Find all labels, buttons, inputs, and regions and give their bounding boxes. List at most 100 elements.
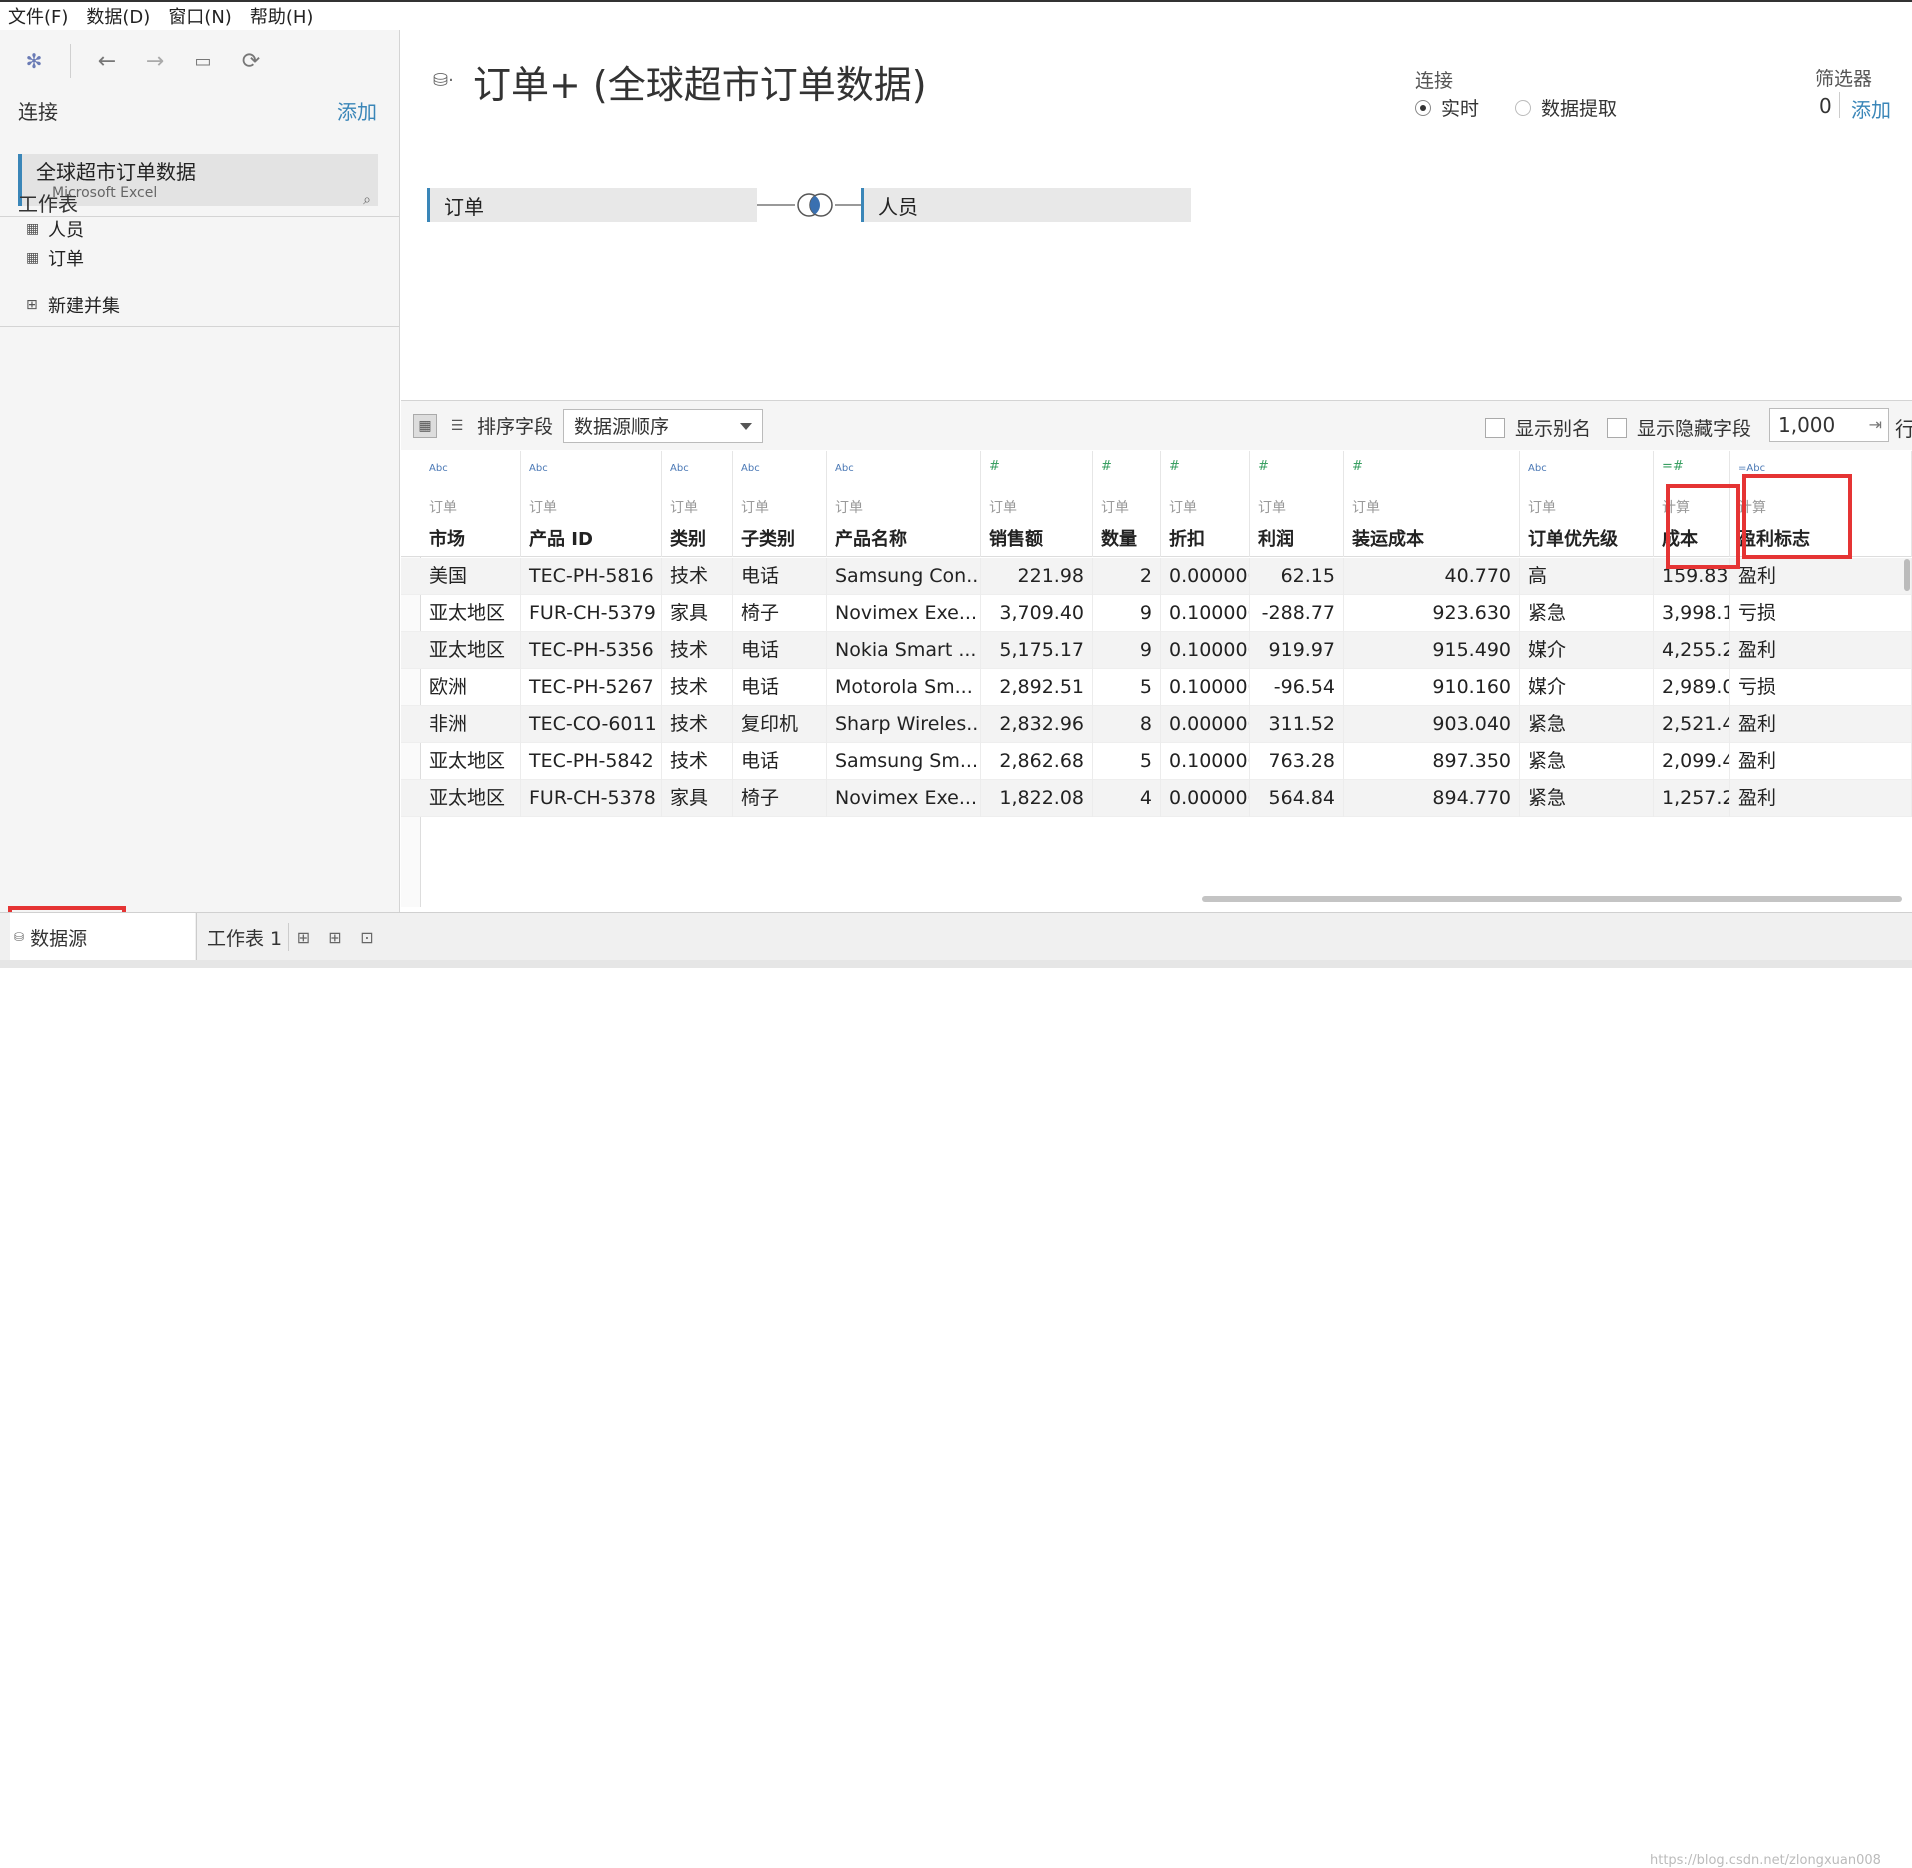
table-cell: 电话 [733,558,827,595]
add-filter-link[interactable]: 添加 [1851,94,1891,123]
show-alias-checkbox[interactable]: 显示别名 [1485,414,1591,441]
live-radio[interactable]: 实时 [1415,94,1479,121]
menu-file[interactable]: 文件(F) [8,3,68,29]
table-cell: 2,989.05 [1654,669,1730,706]
column-name: 成本 [1662,529,1698,550]
table-cell: 盈利 [1730,706,1912,743]
list-view-icon[interactable]: ☰ [445,414,469,438]
table-cell: 903.040 [1344,706,1520,743]
string-type-icon[interactable]: Abc [741,463,760,474]
save-icon[interactable]: ▭ [179,39,227,83]
new-sheet-icon[interactable]: ⊞ [288,923,318,951]
table-cell: 9 [1093,595,1161,632]
new-union-item[interactable]: ⊞ 新建并集 [26,292,120,318]
column-header[interactable]: Abc 订单 产品名称 [827,451,981,557]
column-name: 订单优先级 [1528,529,1618,550]
table-cell: 紧急 [1520,743,1654,780]
column-header[interactable]: # 订单 销售额 [981,451,1093,557]
string-type-icon[interactable]: =Abc [1738,463,1765,474]
column-header[interactable]: Abc 订单 类别 [662,451,733,557]
new-dashboard-icon[interactable]: ⊞ [320,923,350,951]
string-type-icon[interactable]: Abc [529,463,548,474]
column-source: 订单 [529,500,557,516]
column-header[interactable]: # 订单 利润 [1250,451,1344,557]
sheet-item-orders[interactable]: ▦ 订单 [26,245,84,271]
column-source: 订单 [670,500,698,516]
number-type-icon[interactable]: # [989,459,1000,474]
inner-join-icon[interactable] [795,192,835,218]
join-canvas: ⛁· 订单+ (全球超市订单数据) 连接 实时 数据提取 筛选器 0 添加 订单… [401,30,1912,400]
horizontal-scrollbar[interactable] [1202,896,1902,902]
table-cell: 盈利 [1730,780,1912,817]
live-label: 实时 [1441,98,1480,120]
watermark: https://blog.csdn.net/zlongxuan008 [1650,1853,1881,1868]
column-header[interactable]: Abc 订单 订单优先级 [1520,451,1654,557]
string-type-icon[interactable]: Abc [1528,463,1547,474]
column-name: 产品名称 [835,529,907,550]
datasource-icon[interactable]: ⛁· [433,70,454,91]
rows-input[interactable]: 1,000 ⇥ [1769,408,1889,442]
column-header[interactable]: =# 计算 成本 [1654,451,1730,557]
search-icon[interactable]: ⌕ [363,192,371,208]
table-row: 亚太地区 TEC-PH-5842 技术 电话 Samsung Sm... 2,862.68… [401,743,1912,780]
table-cell: 电话 [733,743,827,780]
add-connection-link[interactable]: 添加 [337,96,377,125]
table-cell: 亚太地区 [421,595,521,632]
grid-view-icon[interactable]: ▦ [413,413,437,438]
menu-window[interactable]: 窗口(N) [168,3,232,29]
forward-arrow-icon[interactable]: → [131,39,179,83]
table-cell: 894.770 [1344,780,1520,817]
number-type-icon[interactable]: # [1352,459,1363,474]
string-type-icon[interactable]: Abc [429,463,448,474]
left-table-box[interactable]: 订单 [427,188,757,222]
arrow-right-icon[interactable]: ⇥ [1869,415,1882,434]
column-header[interactable]: # 订单 装运成本 [1344,451,1520,557]
table-cell: Samsung Sm... [827,743,981,780]
table-cell: TEC-PH-5842 [521,743,662,780]
back-arrow-icon[interactable]: ← [83,39,131,83]
column-source: 订单 [1169,500,1197,516]
data-grid: Abc 订单 市场 Abc 订单 产品 ID Abc 订单 类别 Abc 订单 子类别 Abc 订单 产品名… [401,451,1912,907]
sort-select[interactable]: 数据源顺序 [563,408,764,443]
menu-data[interactable]: 数据(D) [86,3,150,29]
column-header[interactable]: Abc 订单 市场 [421,451,521,557]
table-cell: 0.000000 [1161,558,1250,595]
refresh-icon[interactable]: ⟳ [227,39,275,83]
show-alias-label: 显示别名 [1515,418,1592,440]
number-type-icon[interactable]: =# [1662,459,1684,474]
table-cell: 紧急 [1520,780,1654,817]
filter-count: 0 [1819,94,1832,118]
number-type-icon[interactable]: # [1169,459,1180,474]
tab-datasource[interactable]: ⛁ 数据源 [10,913,195,961]
number-type-icon[interactable]: # [1101,459,1112,474]
number-type-icon[interactable]: # [1258,459,1269,474]
extract-radio[interactable]: 数据提取 [1515,94,1617,121]
table-cell: 复印机 [733,706,827,743]
menu-help[interactable]: 帮助(H) [250,3,314,29]
table-cell: 家具 [662,780,733,817]
show-hidden-checkbox[interactable]: 显示隐藏字段 [1607,414,1751,441]
right-table-box[interactable]: 人员 [861,188,1191,222]
string-type-icon[interactable]: Abc [835,463,854,474]
column-name: 折扣 [1169,529,1205,550]
tableau-logo-icon[interactable]: ✻ [10,39,58,83]
table-cell: 盈利 [1730,632,1912,669]
extract-label: 数据提取 [1541,98,1618,120]
datasource-title[interactable]: 订单+ (全球超市订单数据) [473,54,927,109]
column-header[interactable]: Abc 订单 子类别 [733,451,827,557]
tab-sheet1[interactable]: 工作表 1 [196,913,286,961]
table-cell: 221.98 [981,558,1093,595]
table-icon: ▦ [26,250,40,266]
vertical-scrollbar[interactable] [1904,559,1910,591]
sheet-item-people[interactable]: ▦ 人员 [26,216,84,242]
column-header[interactable]: # 订单折扣 [1161,451,1250,557]
table-cell: 2,099.40 [1654,743,1730,780]
table-cell: 9 [1093,632,1161,669]
column-header[interactable]: Abc 订单 产品 ID [521,451,662,557]
column-header[interactable]: =Abc 计算 盈利标志 [1730,451,1912,557]
column-header[interactable]: # 订单 数量 [1093,451,1161,557]
connection-name: 全球超市订单数据 [36,160,196,184]
string-type-icon[interactable]: Abc [670,463,689,474]
table-cell: 919.97 [1250,632,1344,669]
new-story-icon[interactable]: ⊡ [352,923,382,951]
